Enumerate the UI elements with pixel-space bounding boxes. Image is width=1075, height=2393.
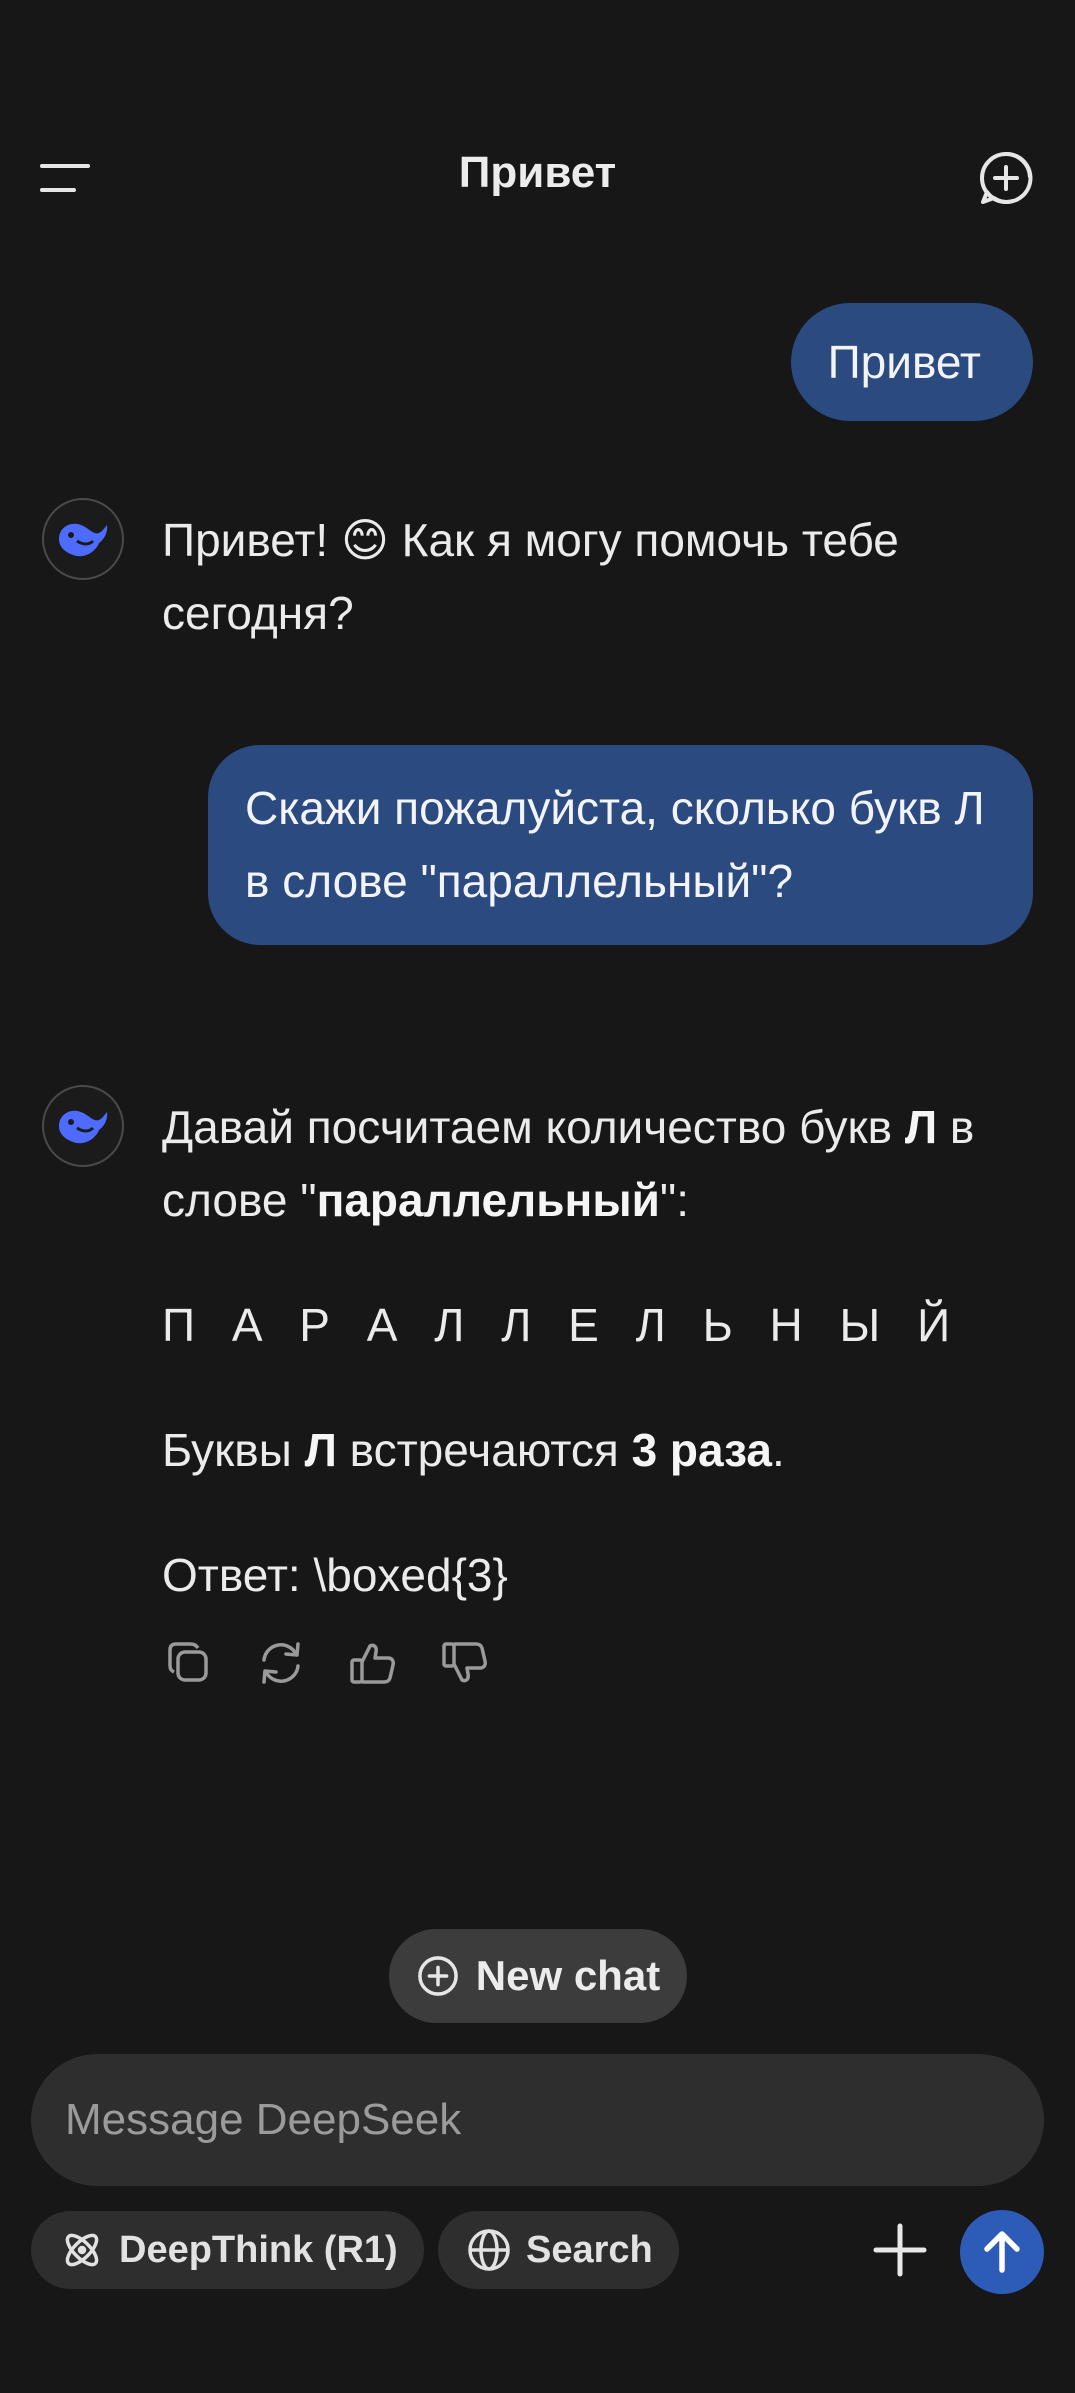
answer-final: Ответ: \boxed{3} [162, 1549, 508, 1601]
new-chat-icon [417, 1956, 458, 1996]
arrow-up-icon [984, 2231, 1020, 2273]
add-attachment-icon[interactable] [868, 2218, 932, 2282]
copy-icon[interactable] [162, 1636, 216, 1690]
user-message[interactable]: Привет [790, 303, 1033, 421]
deepthink-label: DeepThink (R1) [119, 2228, 398, 2271]
deepseek-logo-icon [42, 1085, 124, 1167]
user-message[interactable]: Скажи пожалуйста, сколько букв Л в слове… [208, 745, 1033, 945]
message-actions [162, 1636, 492, 1690]
new-chat-button[interactable]: New chat [389, 1929, 687, 2023]
regenerate-icon[interactable] [254, 1636, 308, 1690]
send-button[interactable] [960, 2210, 1044, 2294]
new-chat-label: New chat [475, 1952, 661, 1999]
page-title: Привет [458, 148, 617, 197]
search-button[interactable]: Search [438, 2211, 679, 2289]
message-input[interactable] [63, 2094, 1044, 2146]
atom-icon [65, 2233, 99, 2267]
deepthink-button[interactable]: DeepThink (R1) [31, 2211, 424, 2289]
answer-count: Буквы Л встречаются 3 раза. [162, 1424, 785, 1476]
deepseek-logo-icon [42, 498, 124, 580]
assistant-message: Давай посчитаем количество букв Л в слов… [162, 1091, 1035, 1612]
thumbs-down-icon[interactable] [438, 1636, 492, 1690]
globe-icon [468, 2229, 510, 2271]
assistant-message: Привет! 😊 Как я могу помочь тебе сегодня… [162, 514, 899, 639]
search-label: Search [526, 2228, 653, 2271]
message-input-container[interactable] [31, 2054, 1044, 2186]
new-chat-icon[interactable] [978, 150, 1034, 206]
spelled-word: П А Р А Л Л Е Л Ь Н Ы Й [162, 1299, 963, 1351]
thumbs-up-icon[interactable] [346, 1636, 400, 1690]
answer-intro: Давай посчитаем количество букв Л в слов… [162, 1101, 975, 1226]
